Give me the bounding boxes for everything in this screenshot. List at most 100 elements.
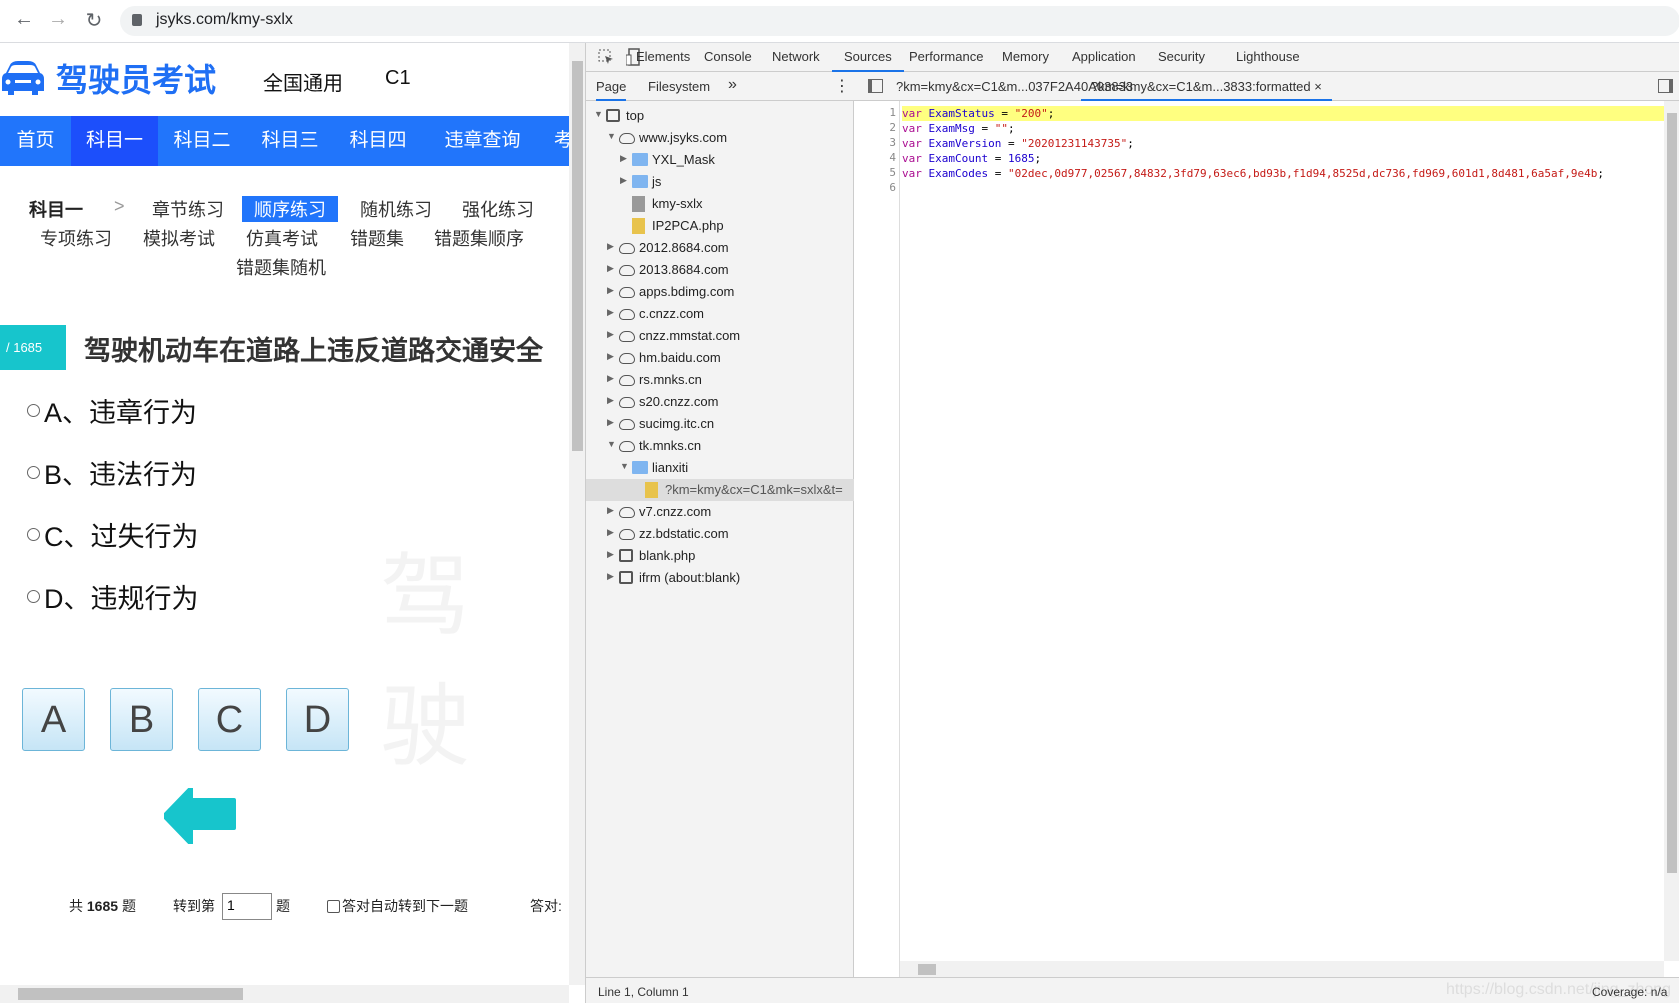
devtools-tab-lighthouse[interactable]: Lighthouse <box>1236 49 1300 64</box>
tree-item[interactable]: ▶ s20.cnzz.com <box>586 391 854 413</box>
sub-nav-item[interactable]: 错题集随机 <box>236 254 326 280</box>
answer-option[interactable]: A、违章行为 <box>27 391 197 430</box>
scrollbar-thumb[interactable] <box>1667 113 1677 873</box>
license-select[interactable]: C1 <box>385 67 411 90</box>
collapsed-arrow-icon[interactable]: ▶ <box>607 571 614 582</box>
address-bar[interactable]: jsyks.com/kmy-sxlx <box>120 6 1679 36</box>
answer-option[interactable]: B、违法行为 <box>27 453 197 492</box>
radio-icon[interactable] <box>27 528 40 541</box>
sub-nav-item[interactable]: 专项练习 <box>40 225 112 251</box>
tree-item[interactable]: ▶ js <box>586 171 854 193</box>
back-button[interactable]: ← <box>12 8 36 31</box>
tree-item[interactable]: ▼ lianxiti <box>586 457 854 479</box>
toggle-navigator-icon[interactable] <box>868 79 883 93</box>
nav-item[interactable]: 科目二 <box>158 116 246 166</box>
tree-item[interactable]: ▶ blank.php <box>586 545 854 567</box>
answer-button-a[interactable]: A <box>22 688 85 751</box>
tree-item[interactable]: ▶ ifrm (about:blank) <box>586 567 854 589</box>
tree-item[interactable]: ▶ sucimg.itc.cn <box>586 413 854 435</box>
collapsed-arrow-icon[interactable]: ▶ <box>607 417 614 428</box>
tree-item[interactable]: ?km=kmy&cx=C1&mk=sxlx&t= <box>586 479 854 501</box>
toggle-debugger-icon[interactable] <box>1658 79 1673 93</box>
inspect-element-icon[interactable] <box>598 49 614 65</box>
collapsed-arrow-icon[interactable]: ▶ <box>607 329 614 340</box>
sub-nav-item[interactable]: 仿真考试 <box>246 225 318 251</box>
page-vertical-scrollbar[interactable] <box>569 43 585 985</box>
sub-nav-item[interactable]: 章节练习 <box>152 196 224 222</box>
devtools-tab-performance[interactable]: Performance <box>909 49 983 64</box>
tree-item[interactable]: ▶ YXL_Mask <box>586 149 854 171</box>
devtools-tab-elements[interactable]: Elements <box>636 49 690 64</box>
nav-item[interactable]: 违章查询 <box>422 116 543 166</box>
devtools-tab-memory[interactable]: Memory <box>1002 49 1049 64</box>
answer-button-c[interactable]: C <box>198 688 261 751</box>
collapsed-arrow-icon[interactable]: ▶ <box>620 153 627 164</box>
auto-next-checkbox[interactable]: 答对自动转到下一题 <box>327 896 468 916</box>
tree-item[interactable]: ▶ v7.cnzz.com <box>586 501 854 523</box>
tab-page[interactable]: Page <box>596 79 627 101</box>
radio-icon[interactable] <box>27 466 40 479</box>
close-tab-icon[interactable]: × <box>1314 79 1322 94</box>
tree-item[interactable]: ▶ hm.baidu.com <box>586 347 854 369</box>
collapsed-arrow-icon[interactable]: ▶ <box>607 241 614 252</box>
tree-item[interactable]: kmy-sxlx <box>586 193 854 215</box>
answer-button-b[interactable]: B <box>110 688 173 751</box>
tree-item[interactable]: ▶ 2012.8684.com <box>586 237 854 259</box>
tree-item[interactable]: ▶ c.cnzz.com <box>586 303 854 325</box>
collapsed-arrow-icon[interactable]: ▶ <box>607 549 614 560</box>
scrollbar-thumb[interactable] <box>572 61 583 451</box>
sub-nav-item[interactable]: 顺序练习 <box>242 196 338 222</box>
tree-item[interactable]: ▼ tk.mnks.cn <box>586 435 854 457</box>
editor-horizontal-scrollbar[interactable] <box>900 961 1664 977</box>
radio-icon[interactable] <box>27 590 40 603</box>
devtools-tab-network[interactable]: Network <box>772 49 820 64</box>
tree-item[interactable]: ▶ rs.mnks.cn <box>586 369 854 391</box>
collapsed-arrow-icon[interactable]: ▶ <box>607 373 614 384</box>
devtools-tab-console[interactable]: Console <box>704 49 752 64</box>
nav-item[interactable]: 科目三 <box>246 116 334 166</box>
collapsed-arrow-icon[interactable]: ▶ <box>620 175 627 186</box>
page-horizontal-scrollbar[interactable] <box>0 985 569 1003</box>
forward-button[interactable]: → <box>46 8 70 31</box>
previous-arrow-icon[interactable] <box>164 788 236 844</box>
answer-option[interactable]: D、违规行为 <box>27 577 199 616</box>
devtools-tab-security[interactable]: Security <box>1158 49 1205 64</box>
checkbox-box[interactable] <box>327 900 340 913</box>
expanded-arrow-icon[interactable]: ▼ <box>594 109 603 119</box>
region-select[interactable]: 全国通用 <box>263 67 343 96</box>
answer-option[interactable]: C、过失行为 <box>27 515 199 554</box>
reload-button[interactable]: ↻ <box>82 8 106 33</box>
sub-nav-item[interactable]: 错题集 <box>350 225 404 251</box>
nav-item[interactable]: 考试 <box>543 116 569 166</box>
tree-item[interactable]: ▶ apps.bdimg.com <box>586 281 854 303</box>
expanded-arrow-icon[interactable]: ▼ <box>607 439 616 449</box>
tree-item[interactable]: ▶ zz.bdstatic.com <box>586 523 854 545</box>
tree-item[interactable]: ▶ cnzz.mmstat.com <box>586 325 854 347</box>
tree-item[interactable]: ▼ www.jsyks.com <box>586 127 854 149</box>
file-tab-2[interactable]: ?km=kmy&cx=C1&m...3833:formatted × <box>1081 79 1332 101</box>
collapsed-arrow-icon[interactable]: ▶ <box>607 263 614 274</box>
devtools-tab-sources[interactable]: Sources <box>832 49 904 72</box>
collapsed-arrow-icon[interactable]: ▶ <box>607 351 614 362</box>
tree-item[interactable]: ▶ 2013.8684.com <box>586 259 854 281</box>
collapsed-arrow-icon[interactable]: ▶ <box>607 505 614 516</box>
collapsed-arrow-icon[interactable]: ▶ <box>607 395 614 406</box>
code-editor[interactable]: 123456 var ExamStatus = "200"; var ExamMs… <box>854 101 1679 977</box>
sub-nav-item[interactable]: 强化练习 <box>462 196 534 222</box>
goto-input[interactable]: 1 <box>222 893 272 920</box>
nav-item[interactable]: 科目四 <box>334 116 422 166</box>
tab-filesystem[interactable]: Filesystem <box>648 79 710 94</box>
collapsed-arrow-icon[interactable]: ▶ <box>607 527 614 538</box>
radio-icon[interactable] <box>27 404 40 417</box>
answer-button-d[interactable]: D <box>286 688 349 751</box>
expanded-arrow-icon[interactable]: ▼ <box>607 131 616 141</box>
more-tabs-button[interactable]: » <box>728 76 737 94</box>
nav-item[interactable]: 科目一 <box>71 116 158 166</box>
tree-item[interactable]: IP2PCA.php <box>586 215 854 237</box>
devtools-tab-application[interactable]: Application <box>1072 49 1136 64</box>
more-options-icon[interactable]: ⋮ <box>834 76 850 96</box>
tree-item[interactable]: ▼ top <box>586 105 854 127</box>
nav-item[interactable]: 首页 <box>0 116 71 166</box>
collapsed-arrow-icon[interactable]: ▶ <box>607 285 614 296</box>
sub-nav-item[interactable]: 错题集顺序 <box>434 225 524 251</box>
